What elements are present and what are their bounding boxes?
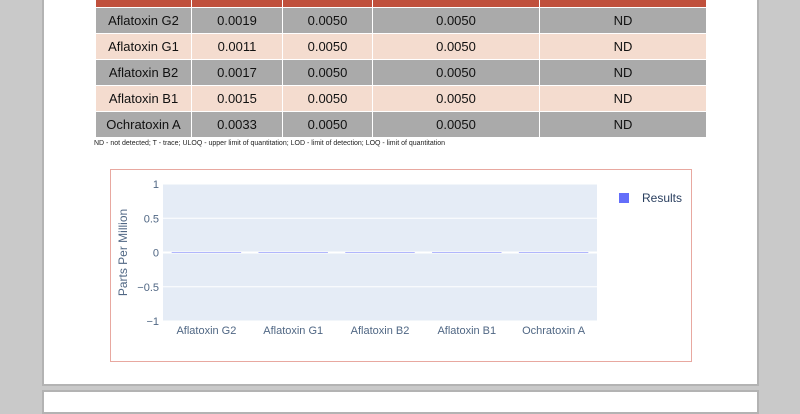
- bar: [258, 252, 328, 253]
- table-footnote: ND - not detected; T - trace; ULOQ - upp…: [94, 140, 446, 147]
- y-axis-title: Parts Per Million: [116, 209, 130, 296]
- legend-label: Results: [642, 191, 682, 205]
- value-cell: 0.0050: [282, 59, 373, 86]
- table-row: Aflatoxin B2 0.0017 0.0050 0.0050 ND: [95, 59, 707, 86]
- table-row: Aflatoxin B1 0.0015 0.0050 0.0050 ND: [95, 85, 707, 112]
- value-cell: 0.0019: [191, 7, 283, 34]
- table-row: Aflatoxin G1 0.0011 0.0050 0.0050 ND: [95, 33, 707, 60]
- y-tick-label: 0: [153, 248, 159, 260]
- value-cell: 0.0033: [191, 111, 283, 138]
- bar: [171, 252, 242, 253]
- value-cell: 0.0050: [372, 33, 540, 60]
- table-row: Ochratoxin A 0.0033 0.0050 0.0050 ND: [95, 111, 707, 138]
- value-cell: 0.0050: [372, 7, 540, 34]
- analyte-cell: Ochratoxin A: [95, 111, 192, 138]
- value-cell: 0.0050: [372, 85, 540, 112]
- results-table: Aflatoxin G2 0.0019 0.0050 0.0050 ND Afl…: [95, 0, 707, 138]
- legend-swatch: [619, 193, 629, 203]
- bar: [432, 252, 502, 253]
- analyte-cell: Aflatoxin G1: [95, 33, 192, 60]
- value-cell: 0.0050: [282, 7, 373, 34]
- table-row: Aflatoxin G2 0.0019 0.0050 0.0050 ND: [95, 7, 707, 34]
- value-cell: 0.0050: [282, 33, 373, 60]
- chart-svg: 1 0.5 0 −0.5 −1 Aflatoxin G2 Aflatoxin G1 Aflat…: [116, 179, 682, 337]
- x-tick-label: Aflatoxin G2: [176, 325, 236, 337]
- header-col2: [191, 0, 283, 8]
- result-cell: ND: [539, 85, 707, 112]
- x-tick-label: Aflatoxin G1: [263, 325, 323, 337]
- header-analyte: [95, 0, 192, 8]
- bar: [518, 252, 589, 253]
- value-cell: 0.0050: [372, 111, 540, 138]
- header-col5: [539, 0, 707, 8]
- value-cell: 0.0050: [372, 59, 540, 86]
- value-cell: 0.0050: [282, 85, 373, 112]
- header-col4: [372, 0, 540, 8]
- result-cell: ND: [539, 59, 707, 86]
- result-cell: ND: [539, 33, 707, 60]
- result-cell: ND: [539, 7, 707, 34]
- x-tick-label: Ochratoxin A: [522, 325, 586, 337]
- next-section-panel: [42, 390, 759, 414]
- y-tick-label: −1: [146, 316, 159, 328]
- analyte-cell: Aflatoxin G2: [95, 7, 192, 34]
- bar: [345, 252, 415, 253]
- x-tick-label: Aflatoxin B2: [351, 325, 410, 337]
- result-cell: ND: [539, 111, 707, 138]
- analyte-cell: Aflatoxin B2: [95, 59, 192, 86]
- results-chart: 1 0.5 0 −0.5 −1 Aflatoxin G2 Aflatoxin G1 Aflat…: [110, 169, 692, 362]
- y-tick-label: 1: [153, 179, 159, 191]
- value-cell: 0.0015: [191, 85, 283, 112]
- analyte-cell: Aflatoxin B1: [95, 85, 192, 112]
- x-tick-label: Aflatoxin B1: [437, 325, 496, 337]
- value-cell: 0.0017: [191, 59, 283, 86]
- table-header-row: [95, 0, 707, 8]
- y-tick-label: 0.5: [144, 213, 159, 225]
- value-cell: 0.0050: [282, 111, 373, 138]
- y-tick-label: −0.5: [137, 282, 159, 294]
- value-cell: 0.0011: [191, 33, 283, 60]
- header-col3: [282, 0, 373, 8]
